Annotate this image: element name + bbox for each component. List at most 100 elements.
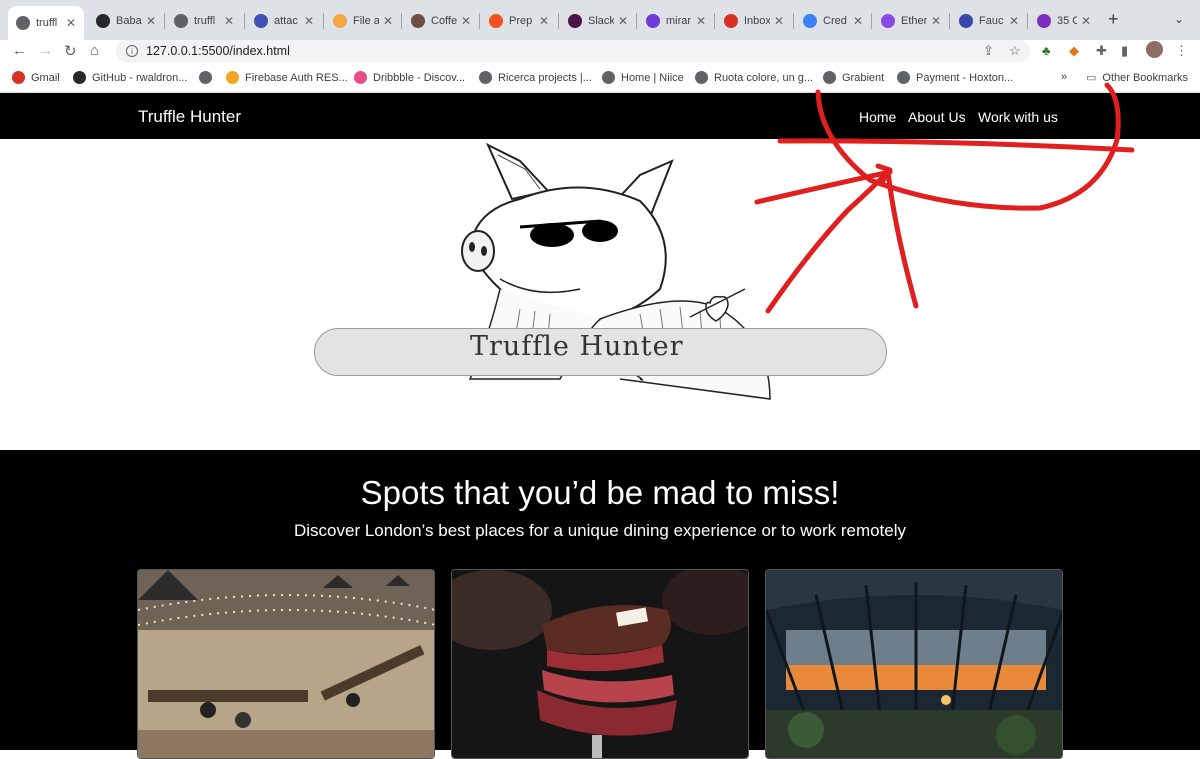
spots-section: Spots that you’d be mad to miss! Discove…: [0, 450, 1200, 759]
tab-close-icon[interactable]: ✕: [224, 14, 234, 28]
tab-search-chevron-icon[interactable]: ⌄: [1174, 12, 1184, 26]
bookmark-label: Firebase Auth RES...: [245, 71, 348, 84]
browser-tab[interactable]: 35 C ✕: [1029, 8, 1099, 34]
tab-favicon-icon: [254, 14, 268, 28]
tab-title: truffl: [36, 17, 58, 29]
tab-close-icon[interactable]: ✕: [539, 14, 549, 28]
address-bar[interactable]: i 127.0.0.1:5500/index.html: [116, 40, 1030, 62]
tab-title: Cred: [823, 15, 847, 27]
tab-close-icon[interactable]: ✕: [774, 14, 784, 28]
tab-title: Fauc: [979, 15, 1004, 27]
browser-tab[interactable]: Prep ✕: [481, 8, 557, 34]
site-info-icon[interactable]: i: [126, 45, 138, 57]
reload-icon[interactable]: ↻: [64, 42, 77, 60]
home-icon[interactable]: ⌂: [90, 42, 99, 59]
coworking-space-photo: [138, 570, 434, 758]
bookmark-label: Grabient: [842, 71, 885, 84]
tab-close-icon[interactable]: ✕: [461, 14, 471, 28]
bookmark-label: Home | Niice: [621, 71, 684, 84]
tab-separator: [323, 13, 324, 29]
tab-close-icon[interactable]: ✕: [304, 14, 314, 28]
tab-favicon-icon: [16, 16, 30, 30]
tab-favicon-icon: [333, 14, 347, 28]
tab-close-icon[interactable]: ✕: [696, 14, 706, 28]
browser-tab[interactable]: Fauc ✕: [951, 8, 1027, 34]
spot-card-coworking[interactable]: [137, 569, 435, 759]
steak-photo: [452, 570, 748, 758]
browser-tab[interactable]: attac ✕: [246, 8, 322, 34]
tab-favicon-icon: [174, 14, 188, 28]
tab-close-icon[interactable]: ✕: [66, 16, 76, 30]
new-tab-button[interactable]: +: [1108, 9, 1119, 30]
browser-tab[interactable]: Cred ✕: [795, 8, 871, 34]
tab-close-icon[interactable]: ✕: [1009, 14, 1019, 28]
browser-tab[interactable]: Ether ✕: [873, 8, 949, 34]
bookmark-label: Gmail: [31, 71, 60, 84]
bookmark-item[interactable]: Grabient: [823, 71, 884, 84]
tab-separator: [164, 13, 165, 29]
tab-title: mirar: [666, 15, 692, 27]
tab-close-icon[interactable]: ✕: [853, 14, 863, 28]
tab-favicon-icon: [568, 14, 582, 28]
tab-close-icon[interactable]: ✕: [618, 14, 628, 28]
bookmark-item[interactable]: Firebase Auth RES...: [226, 71, 348, 84]
browser-tab[interactable]: truffl ✕: [166, 8, 242, 34]
bookmarks-overflow-chevron[interactable]: »: [1061, 71, 1067, 83]
bookmark-item[interactable]: Dribbble - Discov...: [354, 71, 465, 84]
browser-tab[interactable]: Slack ✕: [560, 8, 636, 34]
bookmark-label: Dribbble - Discov...: [373, 71, 466, 84]
site-brand-link[interactable]: Truffle Hunter: [138, 107, 241, 127]
tab-close-icon[interactable]: ✕: [146, 14, 156, 28]
bookmark-star-icon[interactable]: ☆: [1009, 43, 1021, 59]
tab-favicon-icon: [803, 14, 817, 28]
tab-separator: [1027, 13, 1028, 29]
back-arrow-icon[interactable]: ←: [12, 42, 27, 59]
tab-separator: [558, 13, 559, 29]
other-bookmarks-label: Other Bookmarks: [1102, 71, 1188, 84]
browser-tab[interactable]: Coffe ✕: [403, 8, 479, 34]
nav-link-home[interactable]: Home: [859, 109, 896, 125]
share-icon[interactable]: ⇪: [983, 43, 994, 59]
other-bookmarks-folder[interactable]: ▭ Other Bookmarks: [1086, 71, 1188, 85]
tab-favicon-icon: [411, 14, 425, 28]
bookmark-item[interactable]: [199, 71, 218, 84]
tab-separator: [479, 13, 480, 29]
metamask-fox-icon[interactable]: ◆: [1069, 43, 1079, 59]
bookmark-item[interactable]: Payment - Hoxton...: [897, 71, 1013, 84]
bookmark-item[interactable]: GitHub - rwaldron...: [73, 71, 187, 84]
bookmark-item[interactable]: Home | Niice: [602, 71, 684, 84]
browser-tab[interactable]: Inbox ✕: [716, 8, 792, 34]
side-panel-icon[interactable]: ▮: [1121, 43, 1128, 59]
tab-close-icon[interactable]: ✕: [383, 14, 393, 28]
browser-tab[interactable]: Baba ✕: [88, 8, 164, 34]
bookmark-item[interactable]: Gmail: [12, 71, 60, 84]
bookmark-favicon-icon: [354, 71, 367, 84]
forward-arrow-icon[interactable]: →: [38, 42, 53, 59]
site-navbar: Truffle Hunter Home About Us Work with u…: [0, 93, 1200, 139]
spot-card-steak[interactable]: [451, 569, 749, 759]
tab-close-icon[interactable]: ✕: [1081, 14, 1091, 28]
spot-card-skygarden[interactable]: [765, 569, 1063, 759]
tab-close-icon[interactable]: ✕: [931, 14, 941, 28]
bookmark-favicon-icon: [226, 71, 239, 84]
tree-extension-icon[interactable]: ♣: [1042, 43, 1051, 58]
kebab-menu-icon[interactable]: ⋮: [1175, 43, 1188, 59]
browser-tab-strip: truffl ✕ Baba ✕ truffl ✕ attac ✕ File a ✕ Coffe ✕ Pr…: [0, 0, 1200, 40]
bookmark-favicon-icon: [199, 71, 212, 84]
nav-link-work-with-us[interactable]: Work with us: [978, 109, 1058, 125]
tab-separator: [871, 13, 872, 29]
tab-favicon-icon: [1037, 14, 1051, 28]
spots-subheading: Discover London’s best places for a uniq…: [293, 521, 907, 540]
bookmark-item[interactable]: Ruota colore, un g...: [695, 71, 813, 84]
pig-illustration: [461, 142, 771, 400]
browser-tab[interactable]: File a ✕: [325, 8, 401, 34]
tab-favicon-icon: [489, 14, 503, 28]
profile-avatar[interactable]: [1146, 41, 1163, 58]
tab-separator: [949, 13, 950, 29]
nav-link-about-us[interactable]: About Us: [908, 109, 966, 125]
browser-tab[interactable]: mirar ✕: [638, 8, 714, 34]
bookmark-item[interactable]: Ricerca projects |...: [479, 71, 592, 84]
extensions-puzzle-icon[interactable]: ✚: [1096, 43, 1107, 59]
bookmark-label: Ruota colore, un g...: [714, 71, 814, 84]
browser-tab[interactable]: truffl ✕: [8, 6, 84, 40]
